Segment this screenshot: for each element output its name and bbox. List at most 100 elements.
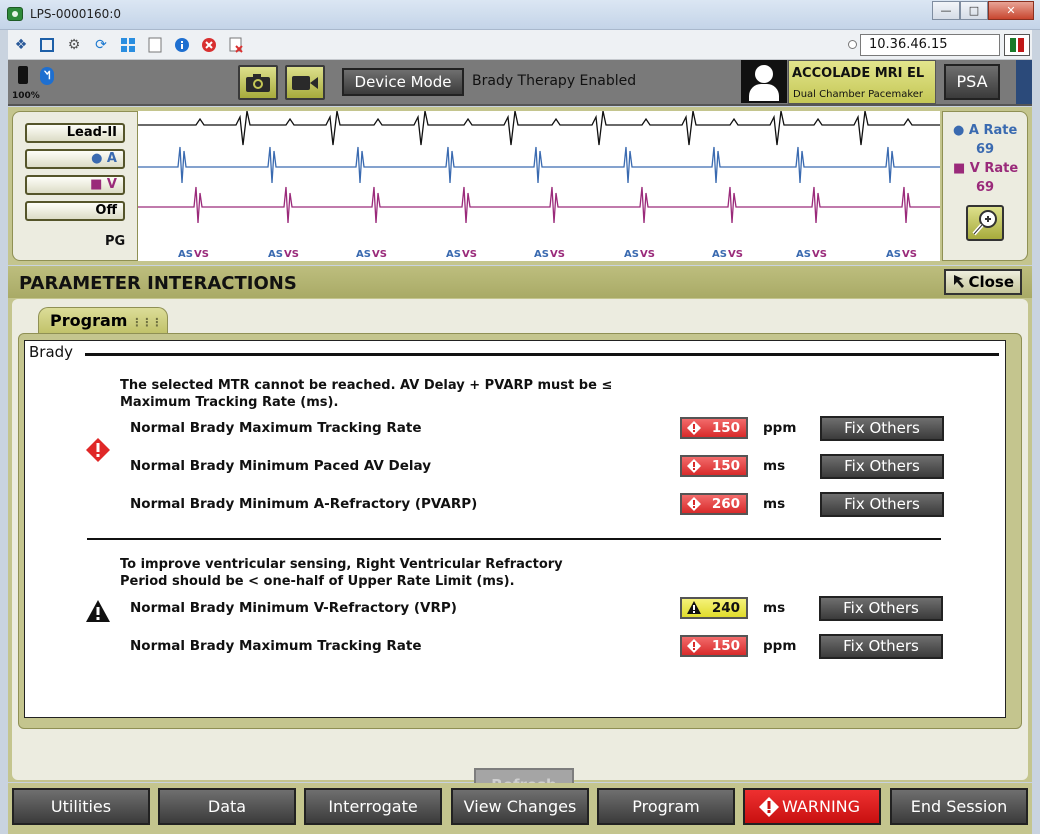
parameter-name: Normal Brady Maximum Tracking Rate (130, 638, 422, 654)
camera-button[interactable] (238, 65, 278, 100)
ventricular-trace (138, 186, 940, 224)
parameter-unit: ms (763, 600, 786, 616)
parameter-name: Normal Brady Maximum Tracking Rate (130, 420, 422, 436)
a-rate-label: ● A Rate (953, 123, 1018, 138)
atrial-trace (138, 146, 940, 184)
parameter-value[interactable]: 150 (680, 635, 748, 657)
window-titlebar: LPS-0000160:0 — □ ✕ (0, 0, 1040, 30)
close-label: Close (968, 273, 1014, 291)
as-marker: AS (268, 249, 283, 260)
nav-data-button[interactable]: Data (158, 788, 296, 825)
window-title: LPS-0000160:0 (30, 7, 121, 21)
video-button[interactable] (285, 65, 325, 100)
lead-a-button[interactable]: ● A (25, 149, 125, 169)
fix-others-button[interactable]: Fix Others (820, 454, 944, 479)
lead-off-button[interactable]: Off (25, 201, 125, 221)
parameter-name: Normal Brady Minimum V-Refractory (VRP) (130, 600, 457, 616)
ecg-lead-controls: Lead-II ● A ■ V Off PG (12, 111, 138, 261)
vs-marker: VS (372, 249, 387, 260)
ecg-waveform: AS VS AS VS AS VS AS VS AS VS AS VS AS VS AS VS AS VS (138, 110, 959, 261)
warning-label: WARNING (781, 797, 861, 816)
windows-icon[interactable] (119, 36, 137, 54)
nav-utilities-button[interactable]: Utilities (12, 788, 150, 825)
parameter-unit: ppm (763, 638, 797, 654)
parameter-unit: ppm (763, 420, 797, 436)
error-icon (86, 438, 110, 462)
device-name: ACCOLADE MRI EL (792, 66, 925, 81)
psa-button[interactable]: PSA (944, 64, 1000, 100)
as-marker: AS (624, 249, 639, 260)
tab-program[interactable]: Program ⋮⋮⋮ (38, 307, 168, 333)
close-button[interactable]: Close (944, 269, 1022, 295)
fix-others-button[interactable]: Fix Others (819, 634, 943, 659)
ip-address-field[interactable]: 10.36.46.15 (860, 34, 1000, 56)
magnifier-icon (972, 210, 997, 236)
minimize-button[interactable]: — (932, 1, 960, 20)
network-icon[interactable]: ❖ (12, 36, 30, 54)
section-title: Brady (29, 343, 78, 361)
fix-others-button[interactable]: Fix Others (819, 596, 943, 621)
refresh-icon[interactable]: ⟳ (92, 36, 110, 54)
panel-body: Program ⋮⋮⋮ Brady The selected MTR cannot… (12, 299, 1028, 802)
nav-warning-button[interactable]: WARNING (743, 788, 881, 825)
parameter-value[interactable]: 240 (680, 597, 748, 619)
nav-view-changes-button[interactable]: View Changes (451, 788, 589, 825)
nav-end-session-button[interactable]: End Session (890, 788, 1028, 825)
ip-radio[interactable] (848, 40, 857, 49)
nav-program-button[interactable]: Program (597, 788, 735, 825)
as-marker: AS (446, 249, 461, 260)
parameter-value[interactable]: 150 (680, 455, 748, 477)
vs-marker: VS (462, 249, 477, 260)
device-info[interactable]: ACCOLADE MRI EL Dual Chamber Pacemaker (788, 60, 936, 104)
pg-label: PG (105, 234, 126, 249)
ecg-panel: Lead-II ● A ■ V Off PG AS VS AS VS AS VS AS VS A… (8, 107, 1032, 265)
camera-icon (246, 73, 270, 92)
lead-ii-button[interactable]: Lead-II (25, 123, 125, 143)
parameter-value[interactable]: 150 (680, 417, 748, 439)
gear-icon[interactable]: ⚙ (65, 36, 83, 54)
panel-header: PARAMETER INTERACTIONS Close (8, 266, 1032, 298)
error-icon (687, 497, 701, 511)
fix-others-button[interactable]: Fix Others (820, 416, 944, 441)
toolbar: ❖ ⚙ ⟳ 10.36.46.15 (8, 30, 1032, 60)
disconnect-icon[interactable] (227, 36, 245, 54)
parameter-unit: ms (763, 496, 786, 512)
as-marker: AS (886, 249, 901, 260)
maximize-button[interactable]: □ (960, 1, 988, 20)
vs-marker: VS (194, 249, 209, 260)
lead-v-button[interactable]: ■ V (25, 175, 125, 195)
vs-marker: VS (902, 249, 917, 260)
bluetooth-icon: ᖿ (40, 67, 54, 85)
vs-marker: VS (640, 249, 655, 260)
error-icon (687, 639, 701, 653)
battery-icon (18, 66, 28, 84)
parameter-name: Normal Brady Minimum Paced AV Delay (130, 458, 432, 474)
stop-icon[interactable] (200, 36, 218, 54)
brady-section: Brady The selected MTR cannot be reached… (24, 340, 1006, 718)
zoom-button[interactable] (966, 205, 1004, 241)
parameter-unit: ms (763, 458, 786, 474)
vs-marker: VS (728, 249, 743, 260)
parameter-interactions-panel: PARAMETER INTERACTIONS Close Program ⋮⋮⋮ … (8, 266, 1032, 802)
group2-message: To improve ventricular sensing, Right Ve… (120, 557, 563, 589)
flag-icon (1004, 34, 1030, 56)
fix-others-button[interactable]: Fix Others (820, 492, 944, 517)
group1-message: The selected MTR cannot be reached. AV D… (120, 378, 613, 410)
v-rate-label: ■ V Rate (953, 161, 1019, 176)
device-type: Dual Chamber Pacemaker (793, 89, 924, 100)
window-close-button[interactable]: ✕ (988, 1, 1034, 20)
v-rate-value: 69 (976, 180, 995, 195)
patient-avatar-icon[interactable] (741, 60, 787, 103)
grip-icon: ⋮⋮⋮ (131, 316, 162, 329)
error-icon (687, 421, 701, 435)
document-icon[interactable] (146, 36, 164, 54)
header-accent (1016, 60, 1032, 104)
parameter-value[interactable]: 260 (680, 493, 748, 515)
device-mode-button[interactable]: Device Mode (342, 68, 464, 96)
parameter-name: Normal Brady Minimum A-Refractory (PVARP… (130, 496, 478, 512)
vs-marker: VS (284, 249, 299, 260)
info-icon[interactable] (173, 36, 191, 54)
fullscreen-icon[interactable] (38, 36, 56, 54)
warning-icon (687, 601, 701, 614)
nav-interrogate-button[interactable]: Interrogate (304, 788, 442, 825)
